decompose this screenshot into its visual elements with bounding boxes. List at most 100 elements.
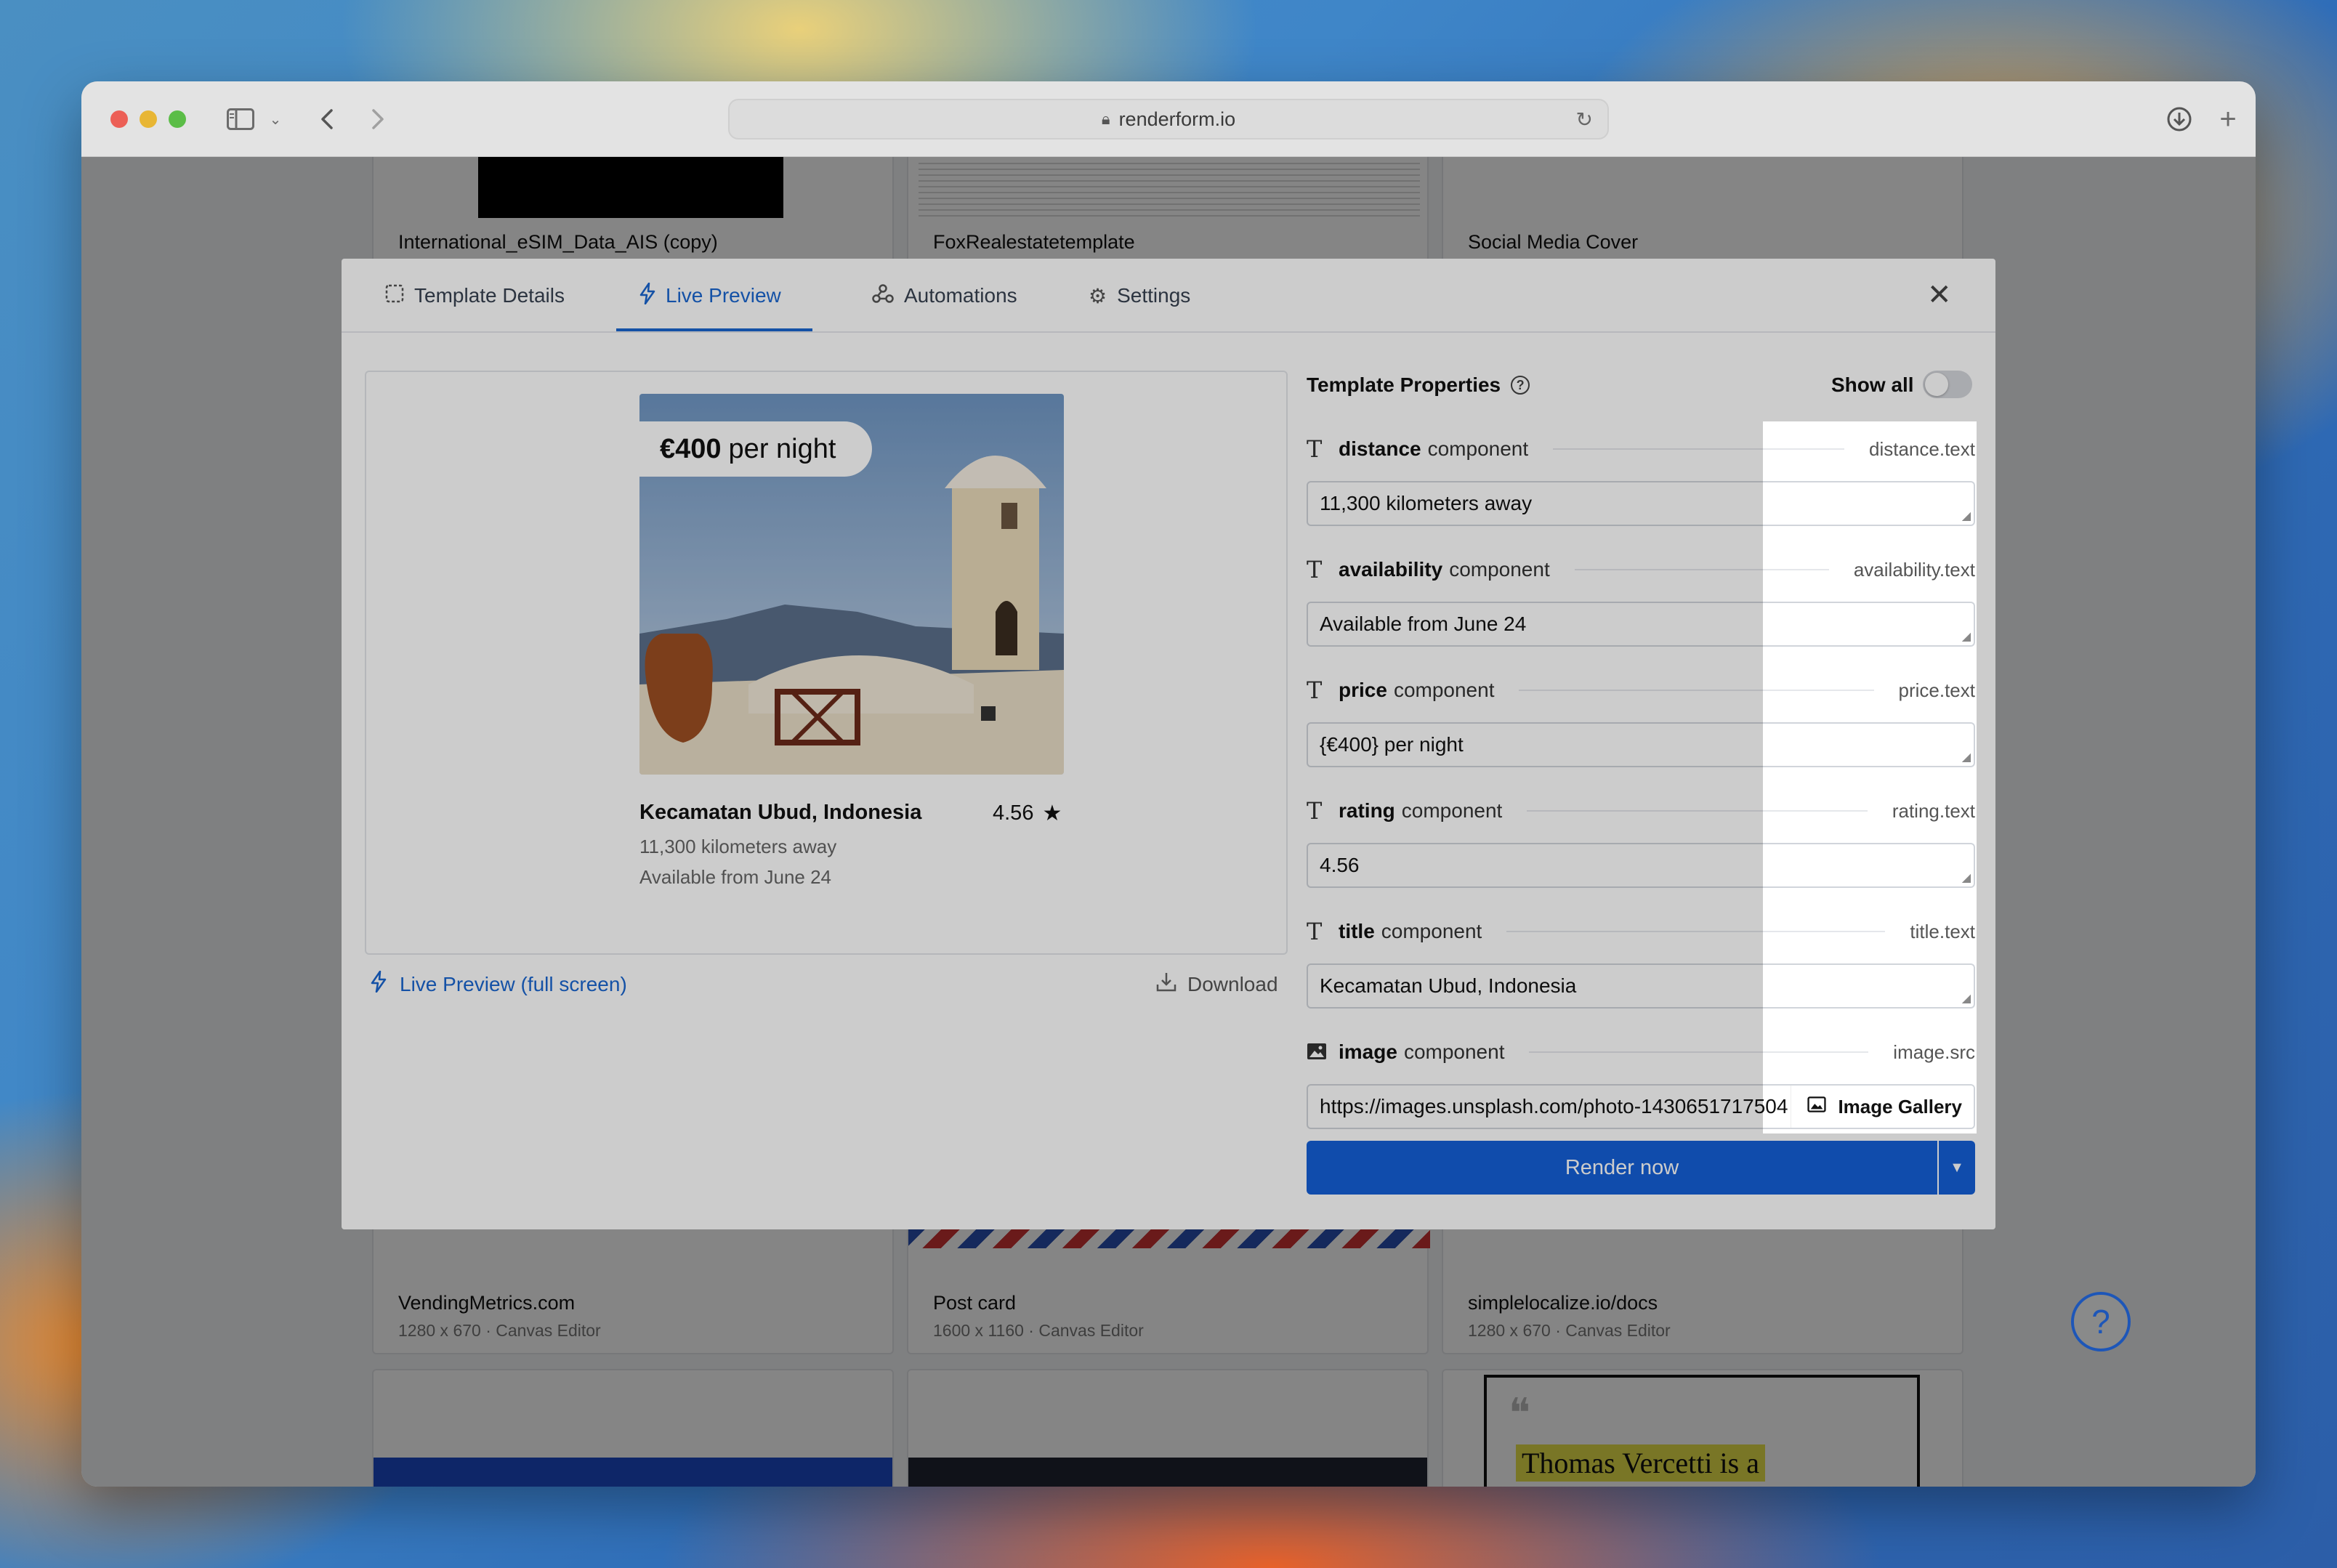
divider bbox=[1527, 810, 1868, 812]
image-gallery-label: Image Gallery bbox=[1838, 1095, 1962, 1118]
lightning-icon bbox=[371, 970, 387, 998]
modal-tabs: Template Details Live Preview Automation… bbox=[342, 259, 1995, 333]
property-name: price bbox=[1339, 679, 1387, 701]
divider bbox=[1574, 569, 1829, 570]
help-icon[interactable]: ? bbox=[1511, 376, 1530, 395]
property-key: image.src bbox=[1893, 1040, 1975, 1063]
resize-handle-icon[interactable]: ◢ bbox=[1962, 870, 1971, 885]
rating-input[interactable]: 4.56 ◢ bbox=[1307, 843, 1975, 888]
dashed-square-icon bbox=[385, 284, 404, 308]
property-name: distance bbox=[1339, 437, 1421, 460]
lock-icon: 🔒︎ bbox=[1101, 110, 1110, 128]
download-button[interactable]: Download bbox=[1155, 971, 1278, 998]
property-label-rating: T rating component rating.text bbox=[1307, 796, 1975, 825]
resize-handle-icon[interactable]: ◢ bbox=[1962, 991, 1971, 1006]
live-preview-panel: €400 per night Kecamatan Ubud, Indonesia… bbox=[365, 371, 1288, 955]
input-value: https://images.unsplash.com/photo-143065… bbox=[1320, 1095, 1788, 1118]
render-now-label: Render now bbox=[1307, 1141, 1939, 1195]
close-icon[interactable]: ✕ bbox=[1927, 280, 1952, 310]
property-key: rating.text bbox=[1892, 799, 1975, 822]
preview-image: €400 per night bbox=[639, 394, 1064, 775]
input-value: Kecamatan Ubud, Indonesia bbox=[1320, 974, 1577, 997]
text-type-icon: T bbox=[1307, 556, 1323, 583]
tab-settings[interactable]: ⚙ Settings bbox=[1089, 259, 1190, 333]
chevron-down-icon[interactable]: ⌄ bbox=[265, 100, 286, 138]
template-properties-heading: Template Properties ? bbox=[1307, 373, 1530, 397]
price-badge: €400 per night bbox=[639, 421, 873, 477]
property-name: rating bbox=[1339, 799, 1395, 822]
preview-rating: 4.56 ★ bbox=[993, 801, 1062, 826]
property-component-word: component bbox=[1403, 1040, 1505, 1063]
render-now-button[interactable]: Render now ▼ bbox=[1307, 1141, 1975, 1195]
address-bar[interactable]: 🔒︎ renderform.io ↻ bbox=[728, 99, 1609, 140]
browser-toolbar: ⌄ 🔒︎ renderform.io ↻ + bbox=[81, 81, 2256, 157]
gear-icon: ⚙ bbox=[1089, 284, 1107, 307]
property-label-title: T title component title.text bbox=[1307, 917, 1975, 946]
title-input[interactable]: Kecamatan Ubud, Indonesia ◢ bbox=[1307, 963, 1975, 1009]
resize-handle-icon[interactable]: ◢ bbox=[1962, 750, 1971, 764]
property-key: distance.text bbox=[1869, 437, 1975, 460]
property-label-price: T price component price.text bbox=[1307, 676, 1975, 705]
help-chat-button[interactable]: ? bbox=[2071, 1292, 2131, 1351]
price-unit: per night bbox=[728, 433, 836, 464]
property-component-word: component bbox=[1381, 920, 1482, 942]
download-label: Download bbox=[1187, 972, 1278, 995]
browser-window: ⌄ 🔒︎ renderform.io ↻ + International_eSI… bbox=[81, 81, 2256, 1487]
property-name: availability bbox=[1339, 558, 1443, 581]
property-label-image: image component image.src bbox=[1307, 1038, 1975, 1067]
image-type-icon bbox=[1307, 1038, 1339, 1066]
property-component-word: component bbox=[1427, 437, 1529, 460]
show-all-toggle[interactable] bbox=[1923, 371, 1972, 398]
property-label-distance: T distance component distance.text bbox=[1307, 435, 1975, 464]
input-value: Available from June 24 bbox=[1320, 613, 1527, 635]
toggle-knob bbox=[1925, 373, 1948, 396]
back-icon[interactable] bbox=[312, 100, 342, 138]
property-name: title bbox=[1339, 920, 1375, 942]
sidebar-toggle-icon[interactable] bbox=[222, 100, 259, 138]
downloads-icon[interactable] bbox=[2161, 100, 2197, 138]
page-content: International_eSIM_Data_AIS (copy) FoxRe… bbox=[81, 157, 2256, 1487]
property-component-word: component bbox=[1401, 799, 1503, 822]
tab-label: Template Details bbox=[414, 284, 565, 307]
text-type-icon: T bbox=[1307, 676, 1323, 704]
lightning-icon bbox=[639, 282, 655, 310]
tab-live-preview[interactable]: Live Preview bbox=[639, 259, 781, 333]
property-key: availability.text bbox=[1853, 558, 1975, 581]
preview-title: Kecamatan Ubud, Indonesia bbox=[639, 801, 922, 824]
image-icon bbox=[1807, 1096, 1827, 1118]
input-value: {€400} per night bbox=[1320, 733, 1464, 756]
input-value: 11,300 kilometers away bbox=[1320, 492, 1533, 514]
tab-automations[interactable]: Automations bbox=[872, 259, 1017, 333]
image-gallery-button[interactable]: Image Gallery bbox=[1791, 1086, 1974, 1128]
new-tab-icon[interactable]: + bbox=[2213, 100, 2243, 138]
resize-handle-icon[interactable]: ◢ bbox=[1962, 629, 1971, 644]
tab-template-details[interactable]: Template Details bbox=[385, 259, 565, 333]
modal-dim-right bbox=[1977, 421, 1995, 1133]
resize-handle-icon[interactable]: ◢ bbox=[1962, 509, 1971, 523]
live-preview-link-label: Live Preview (full screen) bbox=[400, 973, 627, 995]
divider bbox=[1519, 690, 1874, 691]
divider bbox=[1553, 448, 1845, 450]
render-options-dropdown[interactable]: ▼ bbox=[1939, 1141, 1975, 1195]
property-key: price.text bbox=[1898, 679, 1976, 701]
minimize-window-button[interactable] bbox=[140, 110, 157, 128]
input-value: 4.56 bbox=[1320, 854, 1360, 876]
property-name: image bbox=[1339, 1040, 1397, 1063]
forward-icon[interactable] bbox=[363, 100, 392, 138]
zoom-window-button[interactable] bbox=[169, 110, 186, 128]
image-url-input[interactable]: https://images.unsplash.com/photo-143065… bbox=[1307, 1084, 1975, 1129]
property-label-availability: T availability component availability.te… bbox=[1307, 555, 1975, 584]
property-component-word: component bbox=[1393, 679, 1495, 701]
show-all-label: Show all bbox=[1831, 373, 1914, 396]
live-preview-fullscreen-link[interactable]: Live Preview (full screen) bbox=[371, 970, 627, 998]
close-window-button[interactable] bbox=[110, 110, 128, 128]
star-icon: ★ bbox=[1042, 801, 1062, 825]
template-modal: Template Details Live Preview Automation… bbox=[342, 259, 1995, 1229]
availability-input[interactable]: Available from June 24 ◢ bbox=[1307, 602, 1975, 647]
price-input[interactable]: {€400} per night ◢ bbox=[1307, 722, 1975, 767]
tab-label: Live Preview bbox=[666, 284, 781, 307]
reload-icon[interactable]: ↻ bbox=[1576, 108, 1593, 132]
property-key: title.text bbox=[1910, 920, 1975, 942]
distance-input[interactable]: 11,300 kilometers away ◢ bbox=[1307, 481, 1975, 526]
tab-label: Automations bbox=[904, 284, 1017, 307]
